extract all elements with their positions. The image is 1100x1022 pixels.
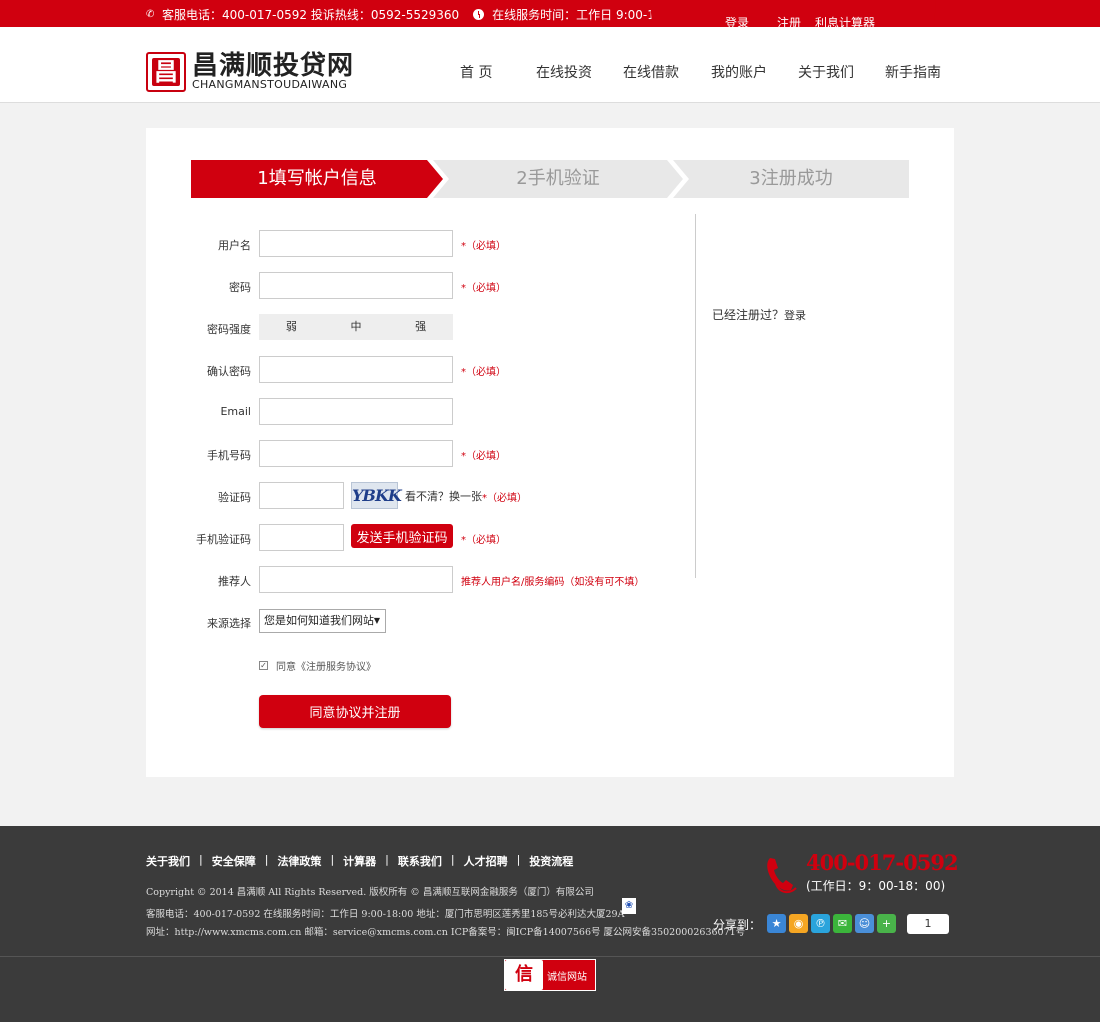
sidebar-login-link[interactable]: 登录 [784, 309, 806, 322]
chevron-down-icon: ▼ [373, 616, 380, 625]
captcha-label: 验证码 [218, 491, 251, 504]
site-logo[interactable]: 昌满顺投贷网 CHANGMANSTOUDAIWANG [146, 52, 354, 92]
trust-badge-text: 诚信网站 [547, 971, 587, 983]
footer-hotline: 400-017-0592 [806, 850, 959, 875]
strength-strong: 强 [415, 320, 427, 333]
email-input[interactable] [259, 398, 453, 425]
footer-link-process[interactable]: 投资流程 [529, 853, 573, 869]
wechat-share-icon[interactable]: ✉ [833, 914, 852, 933]
source-label: 来源选择 [207, 617, 251, 630]
register-submit-button[interactable]: 同意协议并注册 [259, 695, 451, 728]
renren-share-icon[interactable]: ☺ [855, 914, 874, 933]
source-select-value: 您是如何知道我们网站 [264, 614, 374, 627]
top-bar: ✆ 客服电话：400-017-0592 投诉热线：0592-5529360 在线… [0, 0, 1100, 37]
step-phone-verify: 2手机验证 [433, 160, 683, 198]
nav-home[interactable]: 首 页 [460, 62, 492, 82]
share-count: 1 [907, 914, 949, 934]
strength-medium: 中 [350, 320, 362, 333]
send-sms-button[interactable]: 发送手机验证码 [351, 524, 453, 548]
strength-label: 密码强度 [207, 323, 251, 336]
mobile-required: *（必填） [461, 451, 506, 462]
site-header: 昌满顺投贷网 CHANGMANSTOUDAIWANG 首 页 在线投资 在线借款… [0, 27, 1100, 103]
footer-link-calculator[interactable]: 计算器 [343, 853, 376, 869]
logo-subtitle: CHANGMANSTOUDAIWANG [192, 78, 348, 91]
password-input[interactable] [259, 272, 453, 299]
agree-text[interactable]: 同意《注册服务协议》 [276, 658, 376, 673]
top-contact: ✆ 客服电话：400-017-0592 投诉热线：0592-5529360 在线… [146, 6, 682, 23]
footer-link-jobs[interactable]: 人才招聘 [464, 853, 508, 869]
already-registered: 已经注册过？登录 [712, 306, 806, 323]
referrer-input[interactable] [259, 566, 453, 593]
nav-account[interactable]: 我的账户 [711, 62, 767, 82]
captcha-input[interactable] [259, 482, 344, 509]
strength-weak: 弱 [285, 320, 297, 333]
footer-link-security[interactable]: 安全保障 [212, 853, 256, 869]
hotline-phone-icon [767, 858, 797, 894]
more-share-icon[interactable]: + [877, 914, 896, 933]
mobile-input[interactable] [259, 440, 453, 467]
nav-invest[interactable]: 在线投资 [536, 62, 592, 82]
footer-link-legal[interactable]: 法律政策 [277, 853, 321, 869]
phone-icon: ✆ [146, 8, 155, 20]
sms-code-input[interactable] [259, 524, 344, 551]
footer-link-contact[interactable]: 联系我们 [398, 853, 442, 869]
tqq-share-icon[interactable]: ℗ [811, 914, 830, 933]
confirm-password-label: 确认密码 [207, 365, 251, 378]
username-required: *（必填） [461, 241, 506, 252]
nav-about[interactable]: 关于我们 [798, 62, 854, 82]
footer-link-about[interactable]: 关于我们 [146, 853, 190, 869]
captcha-image[interactable]: YBKK [351, 482, 402, 509]
email-label: Email [220, 405, 251, 418]
clock-icon [473, 9, 485, 20]
nav-guide[interactable]: 新手指南 [885, 62, 941, 82]
panel-divider [695, 214, 696, 578]
register-panel: 1填写帐户信息 2手机验证 3注册成功 用户名 *（必填） 密码 *（必填） 密… [146, 128, 954, 777]
top-phone-line: 客服电话：400-017-0592 投诉热线：0592-5529360 [162, 8, 460, 22]
confirm-password-input[interactable] [259, 356, 453, 383]
sms-code-label: 手机验证码 [196, 533, 251, 546]
agree-checkbox[interactable]: ✓ [259, 661, 268, 670]
weibo-share-icon[interactable]: ◉ [789, 914, 808, 933]
referrer-hint: 推荐人用户名/服务编码（如没有可不填） [461, 577, 645, 588]
username-label: 用户名 [218, 239, 251, 252]
confirm-required: *（必填） [461, 367, 506, 378]
captcha-refresh-link[interactable]: 看不清？换一张 [405, 488, 482, 504]
baidu-paw-icon[interactable]: ❀ [622, 898, 636, 914]
captcha-required: *（必填） [482, 493, 527, 504]
password-required: *（必填） [461, 283, 506, 294]
step-success: 3注册成功 [673, 160, 909, 198]
source-select[interactable]: 您是如何知道我们网站 ▼ [259, 609, 386, 633]
password-label: 密码 [229, 281, 251, 294]
share-icons: ★ ◉ ℗ ✉ ☺ + [767, 914, 899, 933]
logo-mark-icon [146, 52, 186, 92]
step-account-info: 1填写帐户信息 [191, 160, 443, 198]
footer-contact: 客服电话：400-017-0592 在线服务时间：工作日 9:00-18:00 … [146, 909, 625, 920]
agree-row: ✓ 同意《注册服务协议》 [259, 658, 376, 673]
mobile-label: 手机号码 [207, 449, 251, 462]
footer-copyright: Copyright © 2014 昌满顺 All Rights Reserved… [146, 887, 594, 898]
username-input[interactable] [259, 230, 453, 257]
nav-borrow[interactable]: 在线借款 [623, 62, 679, 82]
referrer-label: 推荐人 [218, 575, 251, 588]
footer-links: 关于我们 | 安全保障 | 法律政策 | 计算器 | 联系我们 | 人才招聘 | 投资流程 [146, 853, 574, 869]
share-label: 分享到： [713, 918, 762, 932]
qzone-share-icon[interactable]: ★ [767, 914, 786, 933]
already-registered-text: 已经注册过？ [712, 308, 785, 322]
footer-website: 网址：http://www.xmcms.com.cn 邮箱：service@xm… [146, 927, 746, 938]
footer-hours: (工作日：9：00-18：00) [806, 879, 946, 893]
site-footer: 关于我们 | 安全保障 | 法律政策 | 计算器 | 联系我们 | 人才招聘 | 投资流程 … [0, 826, 1100, 956]
step-indicator: 1填写帐户信息 2手机验证 3注册成功 [191, 160, 909, 198]
password-strength-meter: 弱 中 强 [259, 314, 453, 340]
logo-title: 昌满顺投贷网 [192, 51, 355, 81]
trust-badge[interactable]: 信 诚信网站 [504, 959, 596, 991]
sms-required: *（必填） [461, 535, 506, 546]
trust-seal-icon: 信 [505, 960, 543, 990]
footer-bottom-bar: 信 诚信网站 [0, 956, 1100, 1022]
